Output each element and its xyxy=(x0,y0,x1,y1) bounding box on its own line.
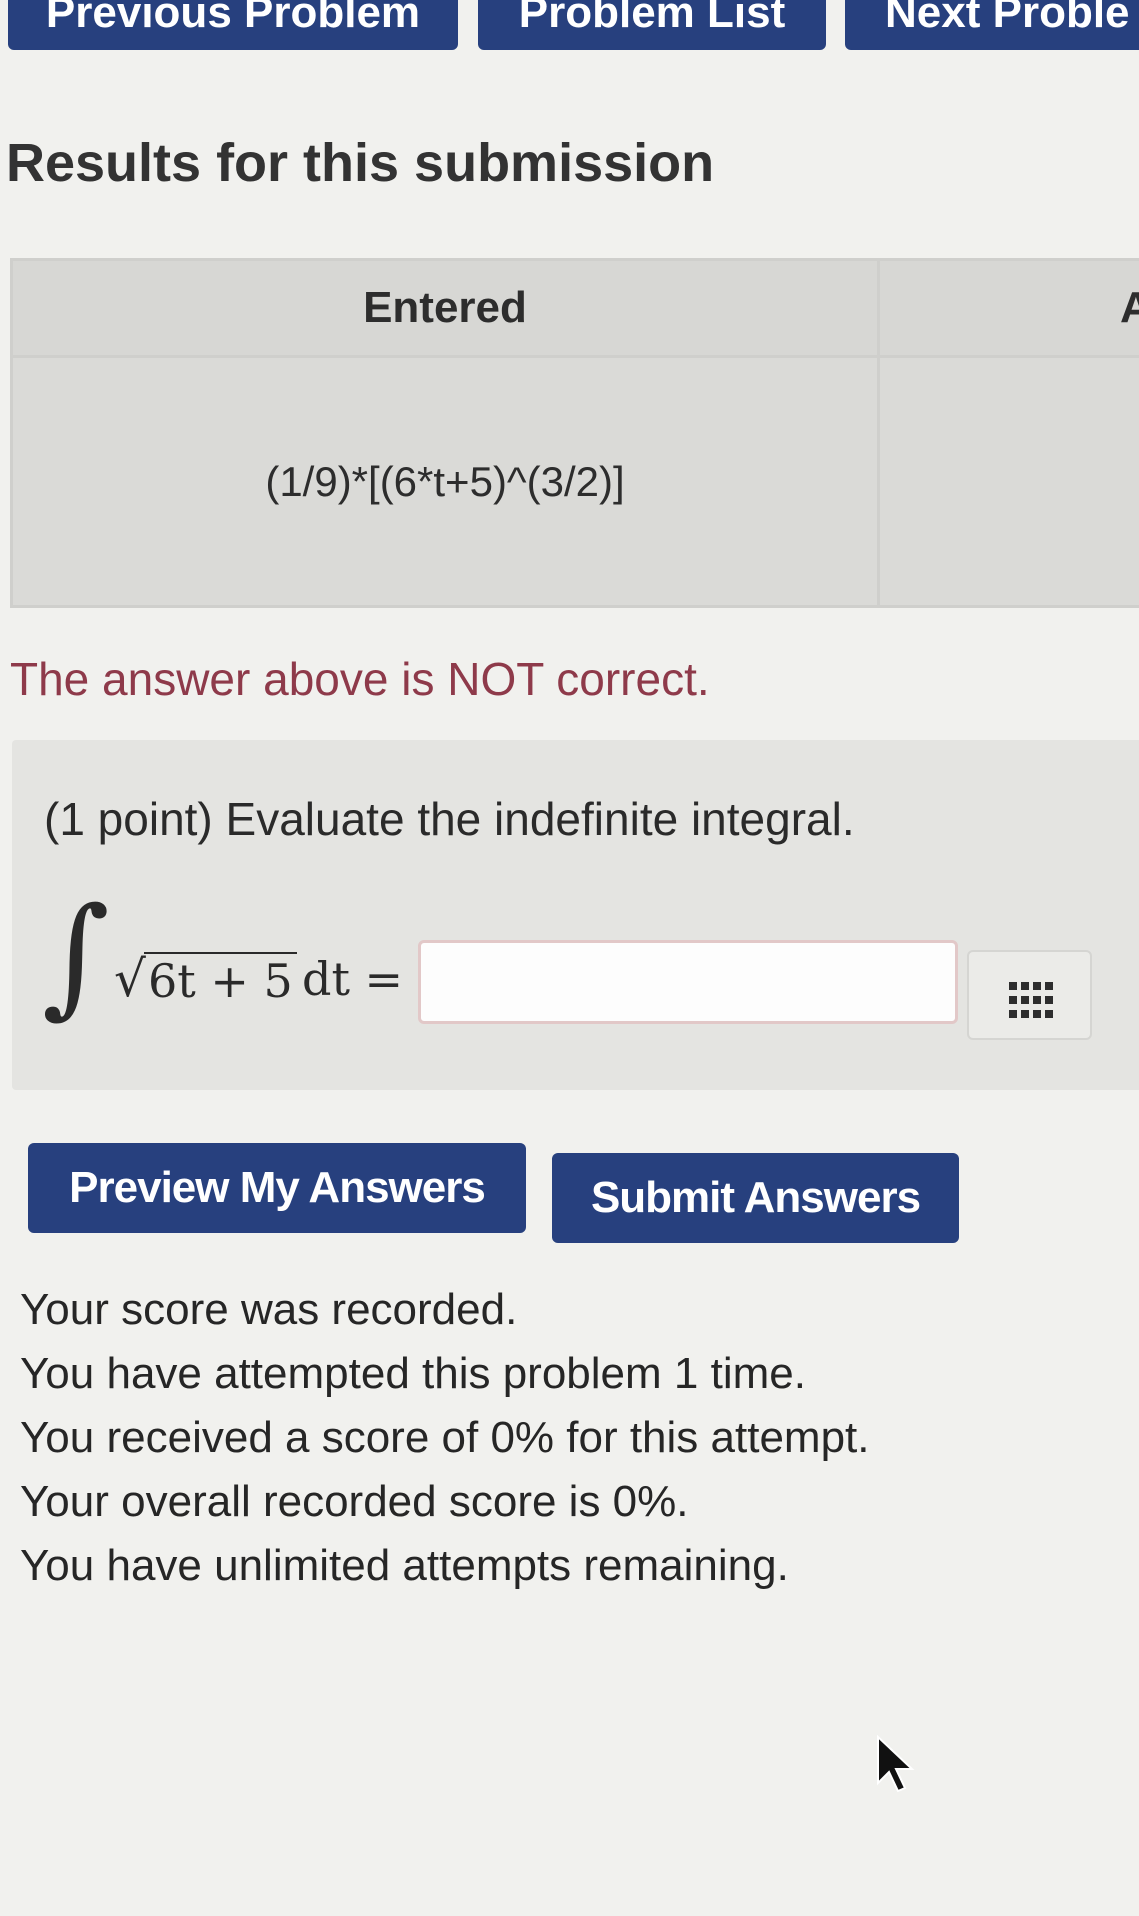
preview-answers-button[interactable]: Preview My Answers xyxy=(28,1143,526,1233)
integral-sign: ∫ xyxy=(42,879,110,1031)
incorrect-status-message: The answer above is NOT correct. xyxy=(10,653,710,705)
next-problem-button[interactable]: Next Proble xyxy=(845,0,1139,50)
problem-list-button[interactable]: Problem List xyxy=(478,0,826,50)
results-title: Results for this submission xyxy=(6,133,715,193)
score-message: You have attempted this problem 1 time. xyxy=(20,1349,806,1398)
sqrt-sign: √ xyxy=(114,950,146,1008)
answer-preview-column-header: A xyxy=(877,258,1139,358)
problem-prompt: (1 point) Evaluate the indefinite integr… xyxy=(44,793,855,845)
entered-value-cell: (1/9)*[(6*t+5)^(3/2)] xyxy=(10,355,880,608)
score-messages: Your score was recorded. You have attemp… xyxy=(20,1278,870,1598)
dt-equals: dt = xyxy=(302,952,404,1006)
entered-column-header: Entered xyxy=(10,258,880,358)
submit-answers-button[interactable]: Submit Answers xyxy=(552,1153,959,1243)
score-message: You have unlimited attempts remaining. xyxy=(20,1541,789,1590)
grid-dots-icon xyxy=(1009,982,1053,1018)
results-table: Entered A (1/9)*[(6*t+5)^(3/2)] xyxy=(10,258,1139,608)
table-row: (1/9)*[(6*t+5)^(3/2)] xyxy=(10,355,1139,608)
score-message: Your overall recorded score is 0%. xyxy=(20,1477,689,1526)
previous-problem-button[interactable]: Previous Problem xyxy=(8,0,458,50)
answer-preview-cell xyxy=(877,355,1139,608)
radicand: 6t + 5 xyxy=(144,952,297,1008)
equation-editor-button[interactable] xyxy=(967,950,1092,1040)
problem-box: (1 point) Evaluate the indefinite integr… xyxy=(12,740,1139,1090)
mouse-pointer-icon xyxy=(877,1735,915,1793)
answer-input[interactable] xyxy=(418,940,958,1024)
score-message: You received a score of 0% for this atte… xyxy=(20,1413,870,1462)
score-message: Your score was recorded. xyxy=(20,1285,518,1334)
